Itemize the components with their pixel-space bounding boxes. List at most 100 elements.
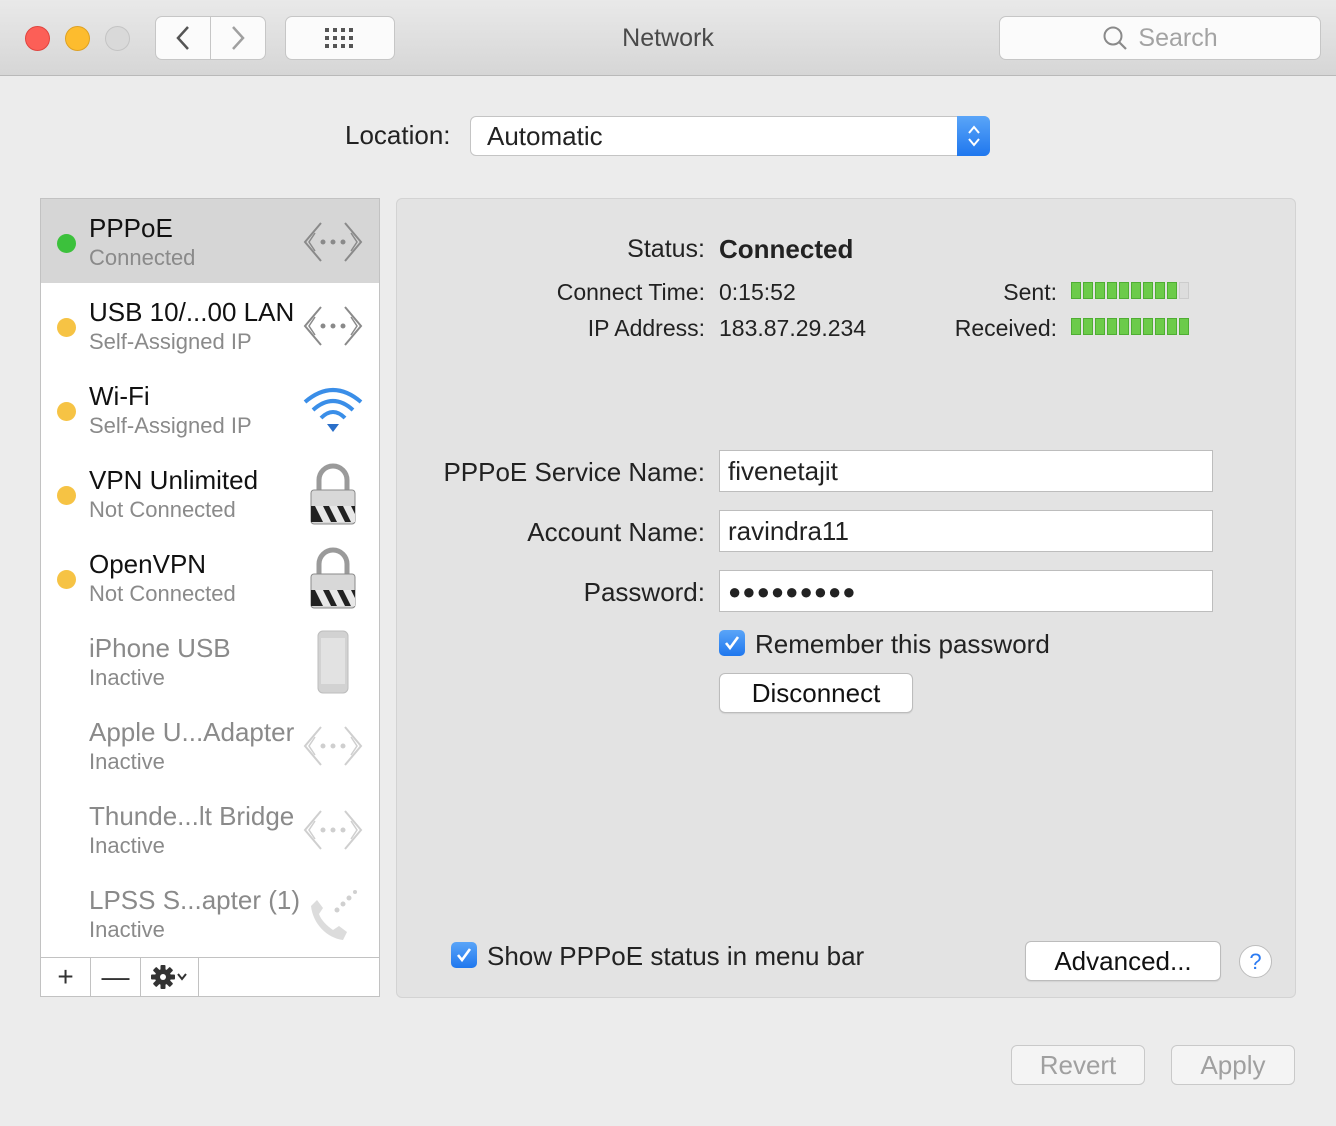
status-value: Connected [719,234,854,264]
search-icon [1103,26,1128,50]
meter-segment [1119,318,1129,335]
meter-segment [1155,282,1165,299]
service-status: Inactive [89,833,165,858]
meter-segment [1071,318,1081,335]
remember-password-label: Remember this password [755,629,1050,659]
wifi-icon [301,379,365,441]
gear-icon [150,965,187,989]
meter-segment [1083,318,1093,335]
select-stepper-icon [957,116,990,156]
status-dot [57,486,76,505]
meter-segment [1119,282,1129,299]
service-name: OpenVPN [89,549,207,579]
sent-meter [1071,282,1189,299]
iphone-icon [301,630,365,694]
checkmark-icon [724,636,740,651]
location-value: Automatic [487,121,603,151]
search-placeholder: Search [1138,23,1218,52]
checkmark-icon [456,948,472,963]
meter-segment [1179,318,1189,335]
service-name: Wi-Fi [89,381,150,411]
service-list: PPPoE Connected USB 10/...00 LAN Self-Assig… [40,198,380,958]
connect-time-label: Connect Time: [556,279,705,305]
status-dot [57,402,76,421]
meter-segment [1167,282,1177,299]
detail-panel: Status: Connected Connect Time: 0:15:52 … [396,198,1296,998]
location-select[interactable]: Automatic [470,116,990,156]
ethernet-icon [301,211,365,273]
received-meter [1071,318,1189,335]
service-item[interactable]: USB 10/...00 LAN Self-Assigned IP [41,283,379,367]
sent-label: Sent: [1003,279,1057,305]
service-item[interactable]: Thunde...lt Bridge Inactive [41,787,379,871]
service-name: iPhone USB [89,633,231,663]
remove-service-button[interactable]: — [91,958,141,996]
service-status: Self-Assigned IP [89,329,252,354]
meter-segment [1107,318,1117,335]
service-name: PPPoE [89,213,173,243]
service-item[interactable]: Apple U...Adapter Inactive [41,703,379,787]
phone-icon [301,883,365,945]
lock-icon [301,463,365,525]
service-name: VPN Unlimited [89,465,259,495]
service-name: LPSS S...apter (1) [89,885,300,915]
show-status-label: Show PPPoE status in menu bar [487,941,865,971]
location-label: Location: [345,120,451,150]
service-name-label: PPPoE Service Name: [443,457,705,487]
add-service-button[interactable]: + [41,958,91,996]
meter-segment [1095,282,1105,299]
title-bar: Network Search [0,0,1336,76]
received-label: Received: [954,315,1057,341]
action-menu-button[interactable] [141,958,199,996]
lock-icon [301,547,365,609]
meter-segment [1155,318,1165,335]
ethernet-icon [301,799,365,861]
meter-segment [1107,282,1117,299]
service-item[interactable]: VPN Unlimited Not Connected [41,451,379,535]
service-list-toolbar: + — [40,957,380,997]
meter-segment [1095,318,1105,335]
account-name-field[interactable] [719,510,1213,552]
service-status: Inactive [89,749,165,774]
service-item[interactable]: iPhone USB Inactive [41,619,379,703]
service-name: Apple U...Adapter [89,717,295,747]
meter-segment [1179,282,1189,299]
meter-segment [1143,282,1153,299]
meter-segment [1167,318,1177,335]
search-input[interactable]: Search [999,16,1321,60]
service-status: Inactive [89,665,165,690]
service-item[interactable]: PPPoE Connected [41,199,379,283]
service-status: Not Connected [89,497,236,522]
help-button[interactable]: ? [1239,945,1272,978]
service-status: Not Connected [89,581,236,606]
revert-button[interactable]: Revert [1011,1045,1145,1085]
service-item[interactable]: LPSS S...apter (1) Inactive [41,871,379,955]
ip-address-value: 183.87.29.234 [719,315,867,341]
ip-address-label: IP Address: [587,315,705,341]
connect-time-value: 0:15:52 [719,279,796,305]
service-name: USB 10/...00 LAN [89,297,295,327]
service-name-field[interactable] [719,450,1213,492]
service-status: Connected [89,245,196,270]
meter-segment [1131,318,1141,335]
meter-segment [1071,282,1081,299]
ethernet-icon [301,715,365,777]
advanced-button[interactable]: Advanced... [1025,941,1221,981]
ethernet-icon [301,295,365,357]
password-label: Password: [583,577,705,607]
password-field[interactable]: ●●●●●●●●● [719,570,1213,612]
service-item[interactable]: OpenVPN Not Connected [41,535,379,619]
service-name: Thunde...lt Bridge [89,801,295,831]
remember-password-checkbox[interactable] [719,630,745,656]
disconnect-button[interactable]: Disconnect [719,673,913,713]
status-dot [57,570,76,589]
service-item[interactable]: Wi-Fi Self-Assigned IP [41,367,379,451]
meter-segment [1083,282,1093,299]
service-status: Self-Assigned IP [89,413,252,438]
apply-button[interactable]: Apply [1171,1045,1295,1085]
show-status-checkbox[interactable] [451,942,477,968]
status-dot [57,234,76,253]
meter-segment [1143,318,1153,335]
status-label: Status: [627,235,705,263]
service-status: Inactive [89,917,165,942]
